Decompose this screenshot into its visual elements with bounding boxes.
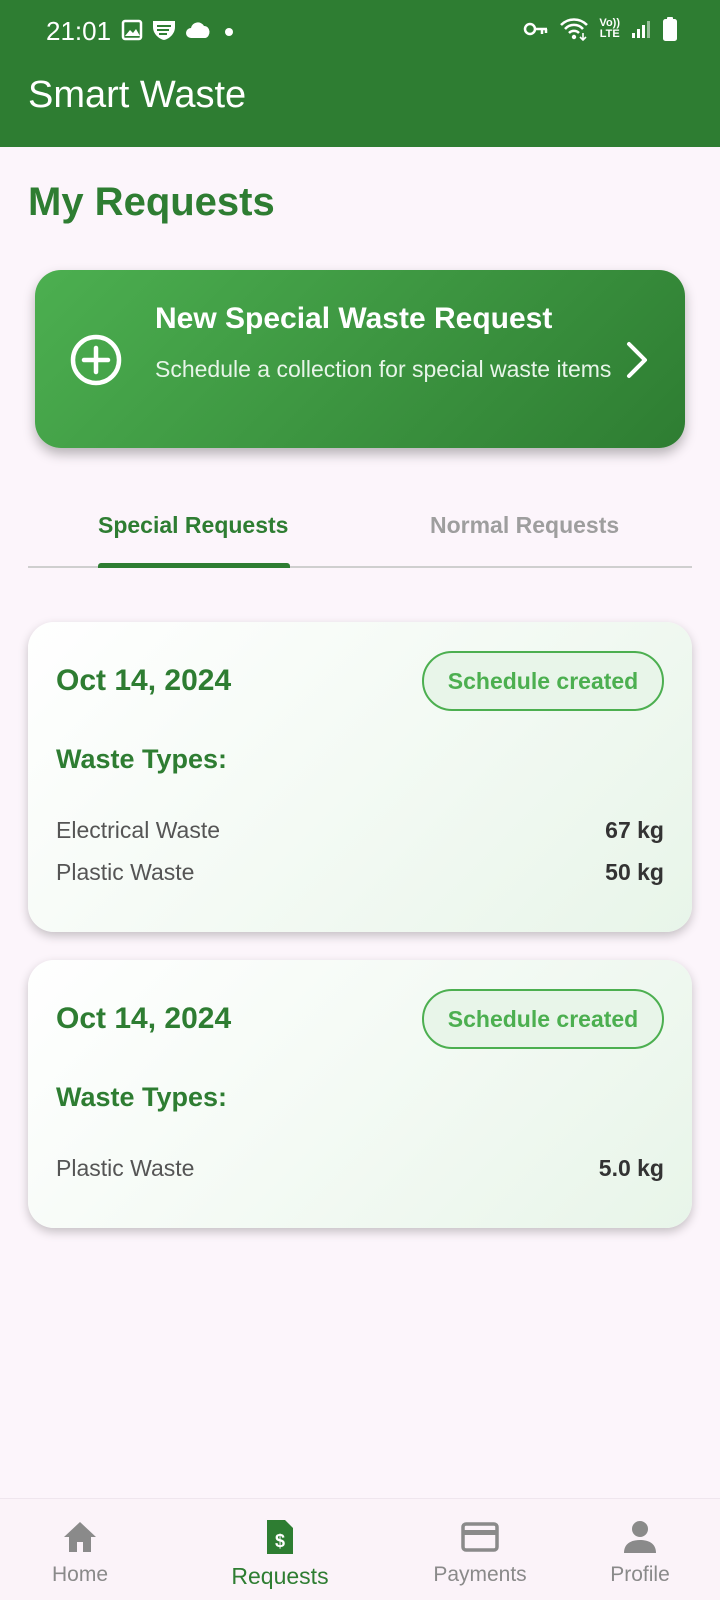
wifi-icon [560,18,589,41]
volte-label-bottom: LTE [599,28,620,40]
person-icon [624,1521,656,1553]
app-icon [153,21,175,40]
waste-item-quantity: 5.0 kg [598,1154,664,1181]
nav-home-label: Home [51,1563,109,1586]
waste-item-row: Plastic Waste 50 kg [56,854,664,890]
active-tab-indicator [98,563,290,568]
nav-requests[interactable]: $ Requests [215,1499,345,1600]
status-bar: 21:01 Vo)) LTE [0,0,720,62]
nav-home[interactable]: Home [30,1499,130,1600]
bottom-navigation: Home $ Requests Payments Profile [0,1498,720,1600]
waste-item-quantity: 67 kg [605,816,664,843]
svg-text:$: $ [275,1531,285,1551]
status-badge: Schedule created [422,651,664,711]
nav-profile[interactable]: Profile [590,1499,690,1600]
status-time: 21:01 [46,16,112,46]
new-request-subtitle: Schedule a collection for special waste … [155,356,612,382]
waste-item-quantity: 50 kg [605,858,664,885]
request-date: Oct 14, 2024 [56,1002,232,1035]
request-card[interactable]: Oct 14, 2024 Schedule created Waste Type… [28,622,692,932]
nav-payments[interactable]: Payments [420,1499,540,1600]
waste-item-name: Plastic Waste [56,1154,195,1181]
volte-icon: Vo)) LTE [599,18,620,40]
nav-requests-label: Requests [231,1563,329,1589]
request-date: Oct 14, 2024 [56,664,232,697]
tab-normal-requests[interactable]: Normal Requests [430,512,619,539]
requests-icon: $ [267,1520,293,1554]
app-title: Smart Waste [28,74,247,116]
new-special-request-card[interactable]: New Special Waste Request Schedule a col… [35,270,685,448]
new-request-title: New Special Waste Request [155,302,553,335]
signal-icon [632,21,650,38]
status-right-icons: Vo)) LTE [523,16,678,42]
chevron-right-icon [627,342,647,378]
waste-item-name: Electrical Waste [56,816,221,843]
page-title: My Requests [28,180,275,224]
card-icon [461,1522,499,1552]
request-tabs: Special Requests Normal Requests [28,500,692,568]
gallery-icon [121,19,143,41]
request-card[interactable]: Oct 14, 2024 Schedule created Waste Type… [28,960,692,1228]
status-left-icons [121,18,239,42]
tab-special-requests[interactable]: Special Requests [98,512,288,539]
nav-profile-label: Profile [610,1563,670,1586]
battery-icon [663,17,677,41]
waste-item-row: Electrical Waste 67 kg [56,812,664,848]
key-icon [524,22,548,36]
home-icon [64,1522,96,1552]
add-circle-icon [70,334,122,386]
waste-types-heading: Waste Types: [56,1082,228,1112]
nav-payments-label: Payments [433,1563,527,1586]
status-badge: Schedule created [422,989,664,1049]
waste-item-name: Plastic Waste [56,858,195,885]
app-bar: 21:01 Vo)) LTE Smart Waste [0,0,720,147]
cloud-icon [186,22,210,38]
waste-types-heading: Waste Types: [56,744,228,774]
waste-item-row: Plastic Waste 5.0 kg [56,1150,664,1186]
dot-icon [225,28,233,36]
